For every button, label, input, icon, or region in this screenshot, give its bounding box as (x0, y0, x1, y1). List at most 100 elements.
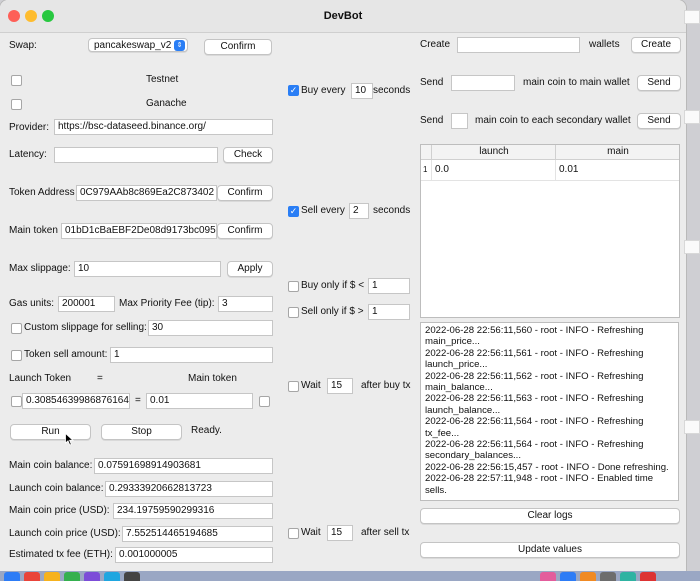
send-main-label: Send (420, 77, 444, 88)
send-secondary-suffix: main coin to each secondary wallet (475, 115, 631, 126)
launch-cell[interactable]: 0.0 (435, 163, 449, 177)
wait-sell-label: Wait (301, 527, 321, 538)
token-address-confirm-button[interactable]: Confirm (217, 185, 273, 201)
send-secondary-button[interactable]: Send (637, 113, 681, 129)
launch-token-label: Launch Token (9, 373, 72, 384)
log-output[interactable]: 2022-06-28 22:56:11,560 - root - INFO - … (420, 322, 679, 501)
buy-only-if-input[interactable]: 1 (368, 278, 410, 294)
wait-sell-input[interactable]: 15 (327, 525, 353, 541)
main-rate-checkbox[interactable] (259, 396, 270, 407)
launch-rate-checkbox[interactable] (11, 396, 22, 407)
stop-button[interactable]: Stop (101, 424, 182, 440)
sell-only-if-input[interactable]: 1 (368, 304, 410, 320)
cell-divider (555, 160, 556, 180)
token-sell-amount-checkbox[interactable] (11, 350, 22, 361)
background-window-edge (684, 420, 700, 434)
buy-only-if-label: Buy only if $ < (301, 280, 365, 291)
launch-rate-input[interactable]: 0.30854639986876164 (22, 393, 130, 409)
wait-buy-input[interactable]: 15 (327, 378, 353, 394)
dock-app-icon[interactable] (580, 572, 596, 581)
sell-every-label: Sell every (301, 205, 345, 216)
send-main-input[interactable] (451, 75, 515, 91)
wallet-table-header: launch main (421, 145, 679, 160)
dock-app-icon[interactable] (560, 572, 576, 581)
log-line: 2022-06-28 22:56:11,561 - root - INFO - … (425, 347, 644, 359)
status-label: Ready. (191, 425, 222, 436)
send-secondary-input[interactable] (451, 113, 468, 129)
create-wallets-button[interactable]: Create (631, 37, 681, 53)
gas-units-label: Gas units: (9, 298, 55, 309)
rate-equals-label: = (97, 373, 103, 384)
provider-input[interactable]: https://bsc-dataseed.binance.org/ (54, 119, 273, 135)
wallet-table[interactable]: launch main 1 0.0 0.01 (420, 144, 680, 318)
dock-app-icon[interactable] (640, 572, 656, 581)
dock-app-icon[interactable] (84, 572, 100, 581)
wait-buy-checkbox[interactable] (288, 381, 299, 392)
custom-slippage-input[interactable]: 30 (148, 320, 273, 336)
clear-logs-button[interactable]: Clear logs (420, 508, 680, 524)
dock-app-icon[interactable] (24, 572, 40, 581)
swap-label: Swap: (9, 40, 37, 51)
update-values-button[interactable]: Update values (420, 542, 680, 558)
chevron-updown-icon: ⇕ (174, 40, 185, 51)
token-sell-amount-input[interactable]: 1 (110, 347, 273, 363)
max-priority-fee-input[interactable]: 3 (218, 296, 273, 312)
main-token-input[interactable]: 01bD1cBaEBF2De08d9173bc095c (61, 223, 217, 239)
max-slippage-input[interactable]: 10 (74, 261, 221, 277)
sell-only-if-label: Sell only if $ > (301, 306, 364, 317)
dock-app-icon[interactable] (600, 572, 616, 581)
log-line: secondary_balances... (425, 450, 521, 462)
create-wallets-input[interactable] (457, 37, 580, 53)
estimated-tx-fee-value: 0.001000005 (115, 547, 273, 563)
send-main-button[interactable]: Send (637, 75, 681, 91)
token-address-input[interactable]: 0C979AAb8c869Ea2C873402 (76, 185, 217, 201)
wait-buy-label: Wait (301, 380, 321, 391)
sell-every-unit: seconds (373, 205, 411, 216)
swap-select-value: pancakeswap_v2 (94, 40, 172, 51)
log-line: 2022-06-28 22:56:11,560 - root - INFO - … (425, 325, 644, 336)
max-slippage-apply-button[interactable]: Apply (227, 261, 273, 277)
log-line: 2022-06-28 22:56:15,457 - root - INFO - … (425, 461, 669, 473)
launch-coin-price-value: 7.552514465194685 (122, 526, 273, 542)
main-cell[interactable]: 0.01 (559, 163, 578, 177)
main-coin-balance-value: 0.07591698914903681 (94, 458, 273, 474)
window-title: DevBot (323, 10, 363, 22)
dock-app-icon[interactable] (64, 572, 80, 581)
dock-app-icon[interactable] (4, 572, 20, 581)
testnet-checkbox[interactable] (11, 75, 22, 86)
dock-app-icon[interactable] (104, 572, 120, 581)
log-line: launch_price... (425, 359, 488, 371)
latency-check-button[interactable]: Check (223, 147, 273, 163)
dock-app-icon[interactable] (540, 572, 556, 581)
run-button[interactable]: Run (10, 424, 91, 440)
sell-only-if-checkbox[interactable] (288, 307, 299, 318)
log-line: 2022-06-28 22:56:11,564 - root - INFO - … (425, 439, 644, 451)
sell-every-checkbox[interactable]: ✓ (288, 206, 299, 217)
table-row[interactable]: 1 0.0 0.01 (421, 160, 679, 181)
column-header-launch[interactable]: launch (431, 145, 556, 159)
buy-every-input[interactable]: 10 (351, 83, 373, 99)
swap-select[interactable]: pancakeswap_v2 ⇕ (88, 38, 188, 52)
sell-every-input[interactable]: 2 (349, 203, 369, 219)
buy-only-if-checkbox[interactable] (288, 281, 299, 292)
ganache-checkbox[interactable] (11, 99, 22, 110)
swap-confirm-button[interactable]: Confirm (204, 39, 272, 55)
main-token-confirm-button[interactable]: Confirm (217, 223, 273, 239)
latency-input[interactable] (54, 147, 218, 163)
main-rate-input[interactable]: 0.01 (146, 393, 253, 409)
dock-app-icon[interactable] (620, 572, 636, 581)
custom-slippage-checkbox[interactable] (11, 323, 22, 334)
token-sell-amount-label: Token sell amount: (24, 349, 108, 360)
buy-every-checkbox[interactable]: ✓ (288, 85, 299, 96)
dock-app-icon[interactable] (124, 572, 140, 581)
wait-sell-checkbox[interactable] (288, 528, 299, 539)
log-line: tx_fee... (425, 427, 460, 439)
send-main-suffix: main coin to main wallet (523, 77, 630, 88)
max-slippage-label: Max slippage: (9, 263, 71, 274)
rate-equals-sign: = (135, 395, 141, 406)
column-header-main[interactable]: main (555, 145, 680, 159)
create-label: Create (420, 39, 451, 50)
dock-app-icon[interactable] (44, 572, 60, 581)
gas-units-input[interactable]: 200001 (58, 296, 115, 312)
mouse-cursor-icon (65, 433, 74, 446)
